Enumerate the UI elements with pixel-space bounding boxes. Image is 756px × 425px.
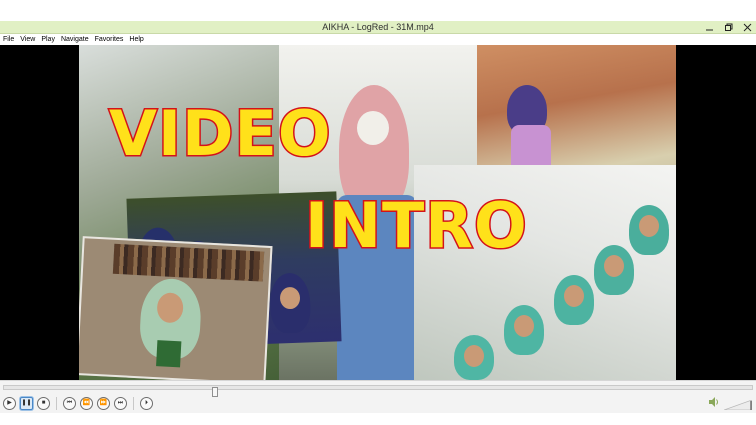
window-title: AIKHA - LogRed - 31M.mp4	[322, 22, 434, 32]
overlay-title-intro: INTRO	[304, 189, 529, 262]
control-buttons: ▶ ❚❚ ■ ⏮ ⏪ ⏩ ⏭ ⏵	[3, 395, 153, 411]
menu-help[interactable]: Help	[129, 34, 143, 45]
menu-navigate[interactable]: Navigate	[61, 34, 89, 45]
maximize-icon[interactable]	[724, 23, 733, 32]
player-window: AIKHA - LogRed - 31M.mp4 File View Play …	[0, 21, 756, 413]
seek-bar[interactable]	[3, 385, 753, 397]
speaker-icon[interactable]	[708, 396, 720, 408]
window-controls	[705, 21, 752, 34]
minimize-icon[interactable]	[705, 23, 714, 32]
pause-button[interactable]: ❚❚	[20, 396, 33, 410]
menu-play[interactable]: Play	[41, 34, 55, 45]
volume-slider[interactable]	[723, 397, 753, 411]
play-button[interactable]: ▶	[3, 396, 16, 410]
seek-thumb[interactable]	[212, 387, 218, 397]
rewind-button[interactable]: ⏪	[80, 396, 93, 410]
frame-step-icon: ⏵	[144, 400, 148, 406]
fast-forward-icon: ⏩	[99, 400, 108, 406]
skip-back-icon: ⏮	[66, 400, 73, 406]
forward-button[interactable]: ⏩	[97, 396, 110, 410]
video-display[interactable]: VIDEO INTRO	[0, 45, 756, 380]
title-bar[interactable]: AIKHA - LogRed - 31M.mp4	[0, 21, 756, 34]
next-button[interactable]: ⏭	[114, 396, 127, 410]
rewind-icon: ⏪	[82, 400, 91, 406]
menu-view[interactable]: View	[20, 34, 35, 45]
menu-favorites[interactable]: Favorites	[95, 34, 124, 45]
frame-step-button[interactable]: ⏵	[140, 396, 153, 410]
menu-file[interactable]: File	[3, 34, 14, 45]
menu-bar: File View Play Navigate Favorites Help	[0, 34, 756, 45]
close-icon[interactable]	[743, 23, 752, 32]
stop-icon: ■	[41, 400, 46, 406]
separator	[133, 396, 134, 410]
video-frame: VIDEO INTRO	[79, 45, 676, 380]
separator	[56, 396, 57, 410]
skip-forward-icon: ⏭	[117, 400, 124, 406]
overlay-title-video: VIDEO	[108, 97, 333, 170]
stop-button[interactable]: ■	[37, 396, 50, 410]
previous-button[interactable]: ⏮	[63, 396, 76, 410]
photo-books	[79, 236, 273, 380]
play-icon: ▶	[7, 400, 12, 406]
pause-icon: ❚❚	[21, 400, 32, 406]
playback-controls: ▶ ❚❚ ■ ⏮ ⏪ ⏩ ⏭ ⏵	[0, 380, 756, 413]
